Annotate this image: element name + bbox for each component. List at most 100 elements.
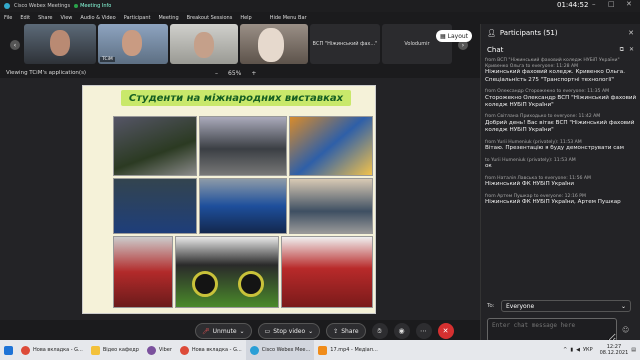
share-button[interactable]: ⇪ Share bbox=[326, 323, 366, 339]
chat-message: from Артем Пушкар to everyone: 12:16 PM Н… bbox=[485, 194, 637, 207]
slide-photo-4 bbox=[113, 178, 197, 234]
menu-help[interactable]: Help bbox=[240, 15, 251, 21]
taskbar-item-label: Viber bbox=[158, 347, 172, 353]
close-chat-icon[interactable]: ✕ bbox=[629, 46, 634, 54]
stop-video-button[interactable]: ▭ Stop video ⌄ bbox=[257, 323, 321, 339]
chat-input[interactable] bbox=[487, 318, 617, 342]
shared-slide: Студенти на міжнародних виставках bbox=[82, 85, 376, 314]
media-player-icon bbox=[318, 345, 328, 355]
taskbar-item[interactable]: Viber bbox=[143, 340, 176, 360]
unmute-button[interactable]: 🎤︎ Unmute ⌄ bbox=[195, 323, 252, 339]
participant-face bbox=[194, 32, 214, 58]
slide-photo-8 bbox=[175, 236, 279, 308]
chat-message: from Світлана Приходько to everyone: 11:… bbox=[485, 114, 637, 134]
video-strip: ‹ TCiM ВСП "Ніжинський фах..." Volodumir… bbox=[0, 24, 480, 66]
taskbar-item-label: Відео кафедр bbox=[102, 347, 139, 353]
video-tile-1[interactable] bbox=[24, 24, 96, 64]
participants-icon: 👤︎ bbox=[487, 29, 496, 37]
chrome-icon bbox=[179, 345, 189, 355]
message-body: Сторожекно Олександр ВСП "Ніжинський фах… bbox=[485, 94, 637, 108]
to-label: To: bbox=[487, 303, 495, 309]
zoom-out-button[interactable]: – bbox=[215, 70, 218, 77]
windows-icon bbox=[4, 345, 13, 355]
tray-date: 08.12.2021 bbox=[599, 350, 629, 356]
recipient-value: Everyone bbox=[506, 302, 535, 310]
taskbar-item-active[interactable]: Cisco Webex Mee... bbox=[245, 340, 315, 360]
end-call-icon[interactable]: ✕ bbox=[437, 323, 454, 339]
tray-clock[interactable]: 12:27 08.12.2021 bbox=[600, 344, 629, 356]
video-tile-2[interactable]: TCiM bbox=[98, 24, 168, 64]
close-icon[interactable]: ✕ bbox=[626, 0, 632, 8]
message-body: Ніжинський ФК НУБіП України bbox=[485, 181, 575, 188]
share-icon: ⇪ bbox=[333, 327, 339, 335]
message-sender: from ВСП "Ніжинський фаховий коледж НУБі… bbox=[485, 58, 620, 69]
zoom-control: – 65% + bbox=[215, 70, 256, 77]
chat-message: from ВСП "Ніжинський фаховий коледж НУБі… bbox=[485, 58, 637, 84]
recipient-select[interactable]: Everyone ⌄ bbox=[501, 300, 631, 312]
video-tile-4[interactable] bbox=[240, 24, 308, 64]
zoom-in-button[interactable]: + bbox=[251, 70, 256, 77]
chevron-down-icon: ⌄ bbox=[308, 327, 314, 335]
strip-prev-icon[interactable]: ‹ bbox=[10, 40, 20, 50]
emoji-icon[interactable]: ☺ bbox=[622, 326, 629, 334]
record-icon[interactable]: ◉ bbox=[393, 323, 410, 339]
language-indicator[interactable]: УКР bbox=[583, 347, 593, 353]
folder-icon bbox=[90, 345, 100, 355]
zoom-value[interactable]: 65% bbox=[228, 70, 241, 77]
participant-name: ВСП "Ніжинський фах..." bbox=[312, 41, 378, 47]
tractor-wheel bbox=[192, 271, 218, 297]
mic-muted-icon: 🎤︎ bbox=[202, 327, 210, 335]
menu-meeting[interactable]: Meeting bbox=[158, 15, 178, 21]
menu-edit[interactable]: Edit bbox=[20, 15, 30, 21]
video-tile-3[interactable] bbox=[170, 24, 238, 64]
participants-label: Participants (51) bbox=[499, 29, 558, 37]
meeting-info-label: Meeting Info bbox=[80, 3, 112, 9]
video-tile-5[interactable]: ВСП "Ніжинський фах..." bbox=[310, 24, 380, 64]
menu-share[interactable]: Share bbox=[38, 15, 52, 21]
chat-message: to Yurii Humeniuk (privately): 11:53 AM о… bbox=[485, 158, 637, 171]
more-icon[interactable]: ⋯ bbox=[415, 323, 432, 339]
participant-face bbox=[122, 30, 142, 56]
popout-icon[interactable]: ⧉ bbox=[620, 46, 624, 54]
participants-header[interactable]: 👤︎ Participants (51) ✕ bbox=[481, 24, 640, 42]
menu-view[interactable]: View bbox=[61, 15, 73, 21]
chrome-icon bbox=[21, 345, 30, 355]
slide-photo-5 bbox=[199, 178, 287, 234]
taskbar-item[interactable]: Нова вкладка - G... bbox=[176, 340, 246, 360]
layout-button[interactable]: ▦ Layout bbox=[436, 30, 472, 42]
chat-message: from Наталія Лавська to everyone: 11:56 … bbox=[485, 176, 637, 189]
taskbar-item[interactable]: 17.mp4 - Медіап... bbox=[314, 340, 382, 360]
volume-icon[interactable]: ◀︎ bbox=[576, 347, 580, 353]
slide-photo-9 bbox=[281, 236, 373, 308]
menu-breakout-sessions[interactable]: Breakout Sessions bbox=[187, 15, 233, 21]
hide-menu-bar-button[interactable]: Hide Menu Bar bbox=[270, 15, 307, 21]
menu-audio-video[interactable]: Audio & Video bbox=[80, 15, 115, 21]
chat-message: from Yurii Humeniuk (privately): 11:53 A… bbox=[485, 140, 637, 153]
tray-chevron-icon[interactable]: ^ bbox=[563, 347, 567, 353]
start-button[interactable] bbox=[0, 340, 17, 360]
unmute-label: Unmute bbox=[212, 327, 237, 335]
slide-photo-7 bbox=[113, 236, 173, 308]
menu-participant[interactable]: Participant bbox=[124, 15, 151, 21]
camera-icon: ▭ bbox=[264, 327, 271, 335]
maximize-icon[interactable]: □ bbox=[608, 0, 615, 8]
taskbar-item[interactable]: Відео кафедр bbox=[87, 340, 143, 360]
network-icon[interactable]: ▮ bbox=[570, 347, 573, 353]
taskbar-item-label: Cisco Webex Mee... bbox=[261, 347, 311, 353]
participant-face bbox=[258, 28, 284, 62]
taskbar: Нова вкладка - G... Відео кафедр Viber Н… bbox=[0, 340, 640, 360]
viewing-label: Viewing TCiM's application(s) bbox=[6, 70, 87, 76]
close-panel-icon[interactable]: ✕ bbox=[628, 29, 634, 37]
slide-photo-2 bbox=[199, 116, 287, 176]
side-panel: 👤︎ Participants (51) ✕ Chat ⧉ ✕ from ВСП… bbox=[480, 24, 640, 346]
minimize-icon[interactable]: – bbox=[592, 0, 596, 8]
chevron-down-icon: ⌄ bbox=[620, 302, 626, 310]
meeting-info-button[interactable]: Meeting Info bbox=[74, 3, 111, 9]
slide-photo-6 bbox=[289, 178, 373, 234]
system-tray: ^ ▮ ◀︎ УКР 12:27 08.12.2021 ▤ bbox=[563, 340, 636, 360]
menu-file[interactable]: File bbox=[4, 15, 12, 21]
chat-header: Chat bbox=[487, 46, 504, 54]
reactions-icon[interactable]: ✋︎ bbox=[371, 323, 388, 339]
notification-icon[interactable]: ▤ bbox=[631, 347, 636, 353]
taskbar-item[interactable]: Нова вкладка - G... bbox=[17, 340, 87, 360]
